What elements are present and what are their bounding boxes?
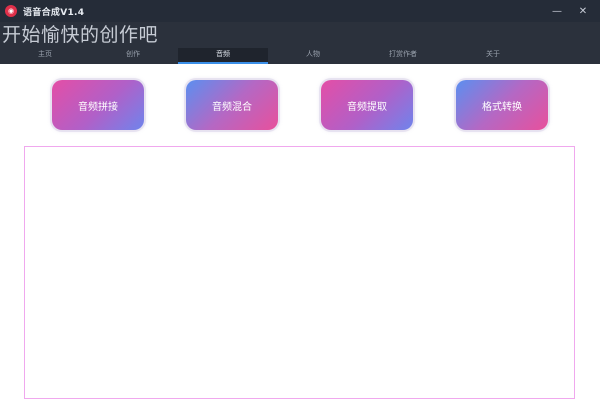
app-header: 开始愉快的创作吧 主页 创作 音频 人物 打赏作者 关于 [0,22,600,64]
tab-donate[interactable]: 打赏作者 [358,48,448,64]
window-title: 语音合成V1.4 [23,7,85,18]
main-tabs: 主页 创作 音频 人物 打赏作者 关于 [0,48,600,64]
tab-home[interactable]: 主页 [0,48,90,64]
audio-extract-button[interactable]: 音频提取 [321,80,413,130]
audio-concat-button[interactable]: 音频拼接 [52,80,144,130]
audio-mix-button[interactable]: 音频混合 [186,80,278,130]
minimize-button[interactable]: — [544,0,570,22]
tab-characters[interactable]: 人物 [268,48,358,64]
title-bar: ◉ 语音合成V1.4 — ✕ [0,0,600,22]
tab-create[interactable]: 创作 [88,48,178,64]
tab-audio[interactable]: 音频 [178,48,268,64]
header-slogan: 开始愉快的创作吧 [2,24,159,46]
tab-about[interactable]: 关于 [448,48,538,64]
output-panel[interactable] [24,146,575,399]
close-button[interactable]: ✕ [570,0,596,22]
app-logo-icon: ◉ [5,5,17,17]
format-convert-button[interactable]: 格式转换 [456,80,548,130]
